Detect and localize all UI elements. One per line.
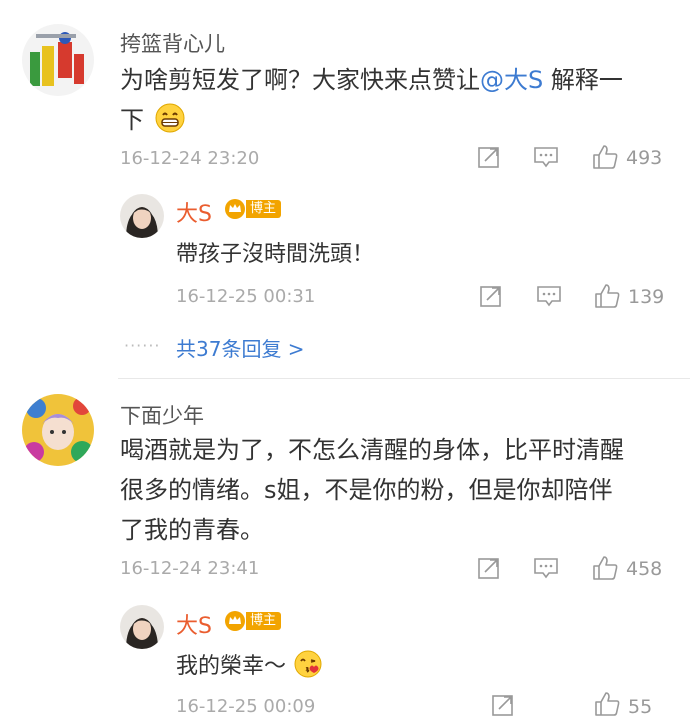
share-icon[interactable]	[490, 693, 516, 717]
avatar[interactable]	[22, 24, 94, 96]
thumbs-up-icon[interactable]	[592, 281, 622, 311]
badge-label: 博主	[246, 200, 282, 218]
comment-time: 16-12-24 23:41	[120, 558, 260, 579]
comment-text: 下	[120, 106, 144, 134]
mention-link[interactable]: @大S	[480, 66, 543, 94]
more-replies-link[interactable]: 共37条回复 >	[176, 333, 305, 362]
comment-icon[interactable]	[532, 144, 560, 170]
thumbs-up-icon[interactable]	[592, 691, 622, 717]
thumbs-up-icon[interactable]	[590, 142, 620, 172]
like-count: 458	[626, 558, 663, 580]
badge-label: 博主	[246, 612, 282, 630]
more-dots: ······	[124, 336, 161, 355]
comment-text: 了我的青春。	[120, 516, 264, 544]
comment-icon[interactable]	[532, 555, 560, 581]
comment-text: 喝酒就是为了，不怎么清醒的身体，比平时清醒	[120, 436, 624, 464]
comment-time: 16-12-24 23:20	[120, 148, 260, 169]
reply-username[interactable]: 大S	[176, 196, 212, 228]
thumbs-up-icon[interactable]	[590, 553, 620, 583]
comment-username[interactable]: 下面少年	[120, 400, 204, 430]
divider	[118, 378, 690, 379]
share-icon[interactable]	[478, 283, 504, 309]
like-count: 55	[628, 696, 653, 717]
reply-time: 16-12-25 00:09	[176, 696, 316, 717]
comment-content: 为啥剪短发了啊？大家快来点赞让@大S 解释一 下	[120, 60, 660, 146]
like-count: 493	[626, 147, 663, 169]
blogger-badge: 博主	[224, 198, 282, 220]
vip-crown-icon	[224, 198, 246, 220]
reply-content: 我的榮幸～	[176, 648, 323, 685]
comment-icon[interactable]	[535, 283, 563, 309]
comment-text: 解释一	[543, 66, 623, 94]
reply-username[interactable]: 大S	[176, 608, 212, 640]
kissing-emoji-icon	[293, 649, 323, 685]
reply-avatar[interactable]	[120, 605, 164, 649]
grinning-emoji-icon	[154, 102, 186, 146]
share-icon[interactable]	[476, 144, 502, 170]
vip-crown-icon	[224, 610, 246, 632]
blogger-badge: 博主	[224, 610, 282, 632]
reply-avatar[interactable]	[120, 194, 164, 238]
share-icon[interactable]	[476, 555, 502, 581]
reply-time: 16-12-25 00:31	[176, 286, 316, 307]
comment-content: 喝酒就是为了，不怎么清醒的身体，比平时清醒 很多的情绪。s姐，不是你的粉，但是你…	[120, 430, 680, 550]
reply-content: 帶孩子沒時間洗頭！	[176, 242, 375, 267]
comment-text: 为啥剪短发了啊？大家快来点赞让	[120, 66, 480, 94]
like-count: 139	[628, 286, 665, 308]
comment-username[interactable]: 挎篮背心儿	[120, 28, 225, 58]
avatar[interactable]	[22, 394, 94, 466]
comment-text: 很多的情绪。s姐，不是你的粉，但是你却陪伴	[120, 476, 613, 504]
reply-text: 我的榮幸～	[176, 654, 287, 679]
